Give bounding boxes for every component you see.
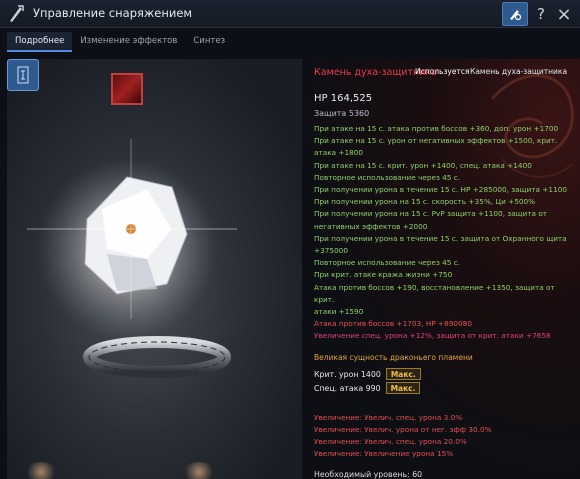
close-button[interactable]: ×: [555, 2, 573, 26]
effect-line: При крит. атаке кража жизни +750: [314, 270, 453, 280]
effect-line: При получении урона в течение 15 с. HP +…: [314, 185, 567, 195]
bonus-line: Увеличение: Увеличение урона 15%: [314, 449, 454, 458]
title-bar: Управление снаряжением ? ×: [0, 0, 580, 28]
effect-line: При атаке на 15 с. атака против боссов +…: [314, 124, 559, 133]
effect-line: При получении урона в течение 15 с. защи…: [314, 233, 567, 243]
effect-line: Повторное использование через 45 с.: [314, 172, 461, 182]
hp-stat: HP 164,525: [314, 93, 373, 104]
settings-button[interactable]: [502, 2, 528, 26]
in-use-item-name: Камень духа-защитника: [470, 67, 568, 76]
effect-line: При получении урона на 15 с. скорость +3…: [314, 197, 536, 207]
tab-details[interactable]: Подробнее: [7, 32, 73, 52]
effect-line: Атака против боссов +190, восстановление…: [314, 282, 555, 304]
bottom-glow-left: [24, 462, 58, 479]
effect-line: +375000: [314, 246, 348, 256]
awakening-label: Спец. атака 990: [314, 383, 381, 393]
effect-line: негативных эффектов +2000: [314, 221, 428, 231]
feather-gear-icon: [510, 10, 522, 21]
bottom-glow-right: [182, 462, 216, 479]
awakening-title: Великая сущность драконьего пламени: [314, 353, 473, 362]
bonus-list: Увеличение: Увелич. спец. урона 3.0% Уве…: [314, 412, 576, 460]
tab-change-effects[interactable]: Изменение эффектов: [72, 32, 185, 52]
wrench-feather-icon: [10, 5, 24, 22]
effect-line: Атака против боссов +1703, HP +890080: [314, 319, 472, 329]
effect-line: Повторное использование через 45 с.: [314, 258, 461, 268]
item-preview-panel: [7, 59, 302, 479]
max-badge: Макс.: [385, 382, 421, 394]
max-badge: Макс.: [385, 368, 421, 380]
defense-stat: Защита 5360: [314, 109, 370, 118]
tab-synthesis[interactable]: Синтез: [185, 32, 233, 52]
effects-list: При атаке на 15 с. атака против боссов +…: [314, 123, 576, 343]
effect-line: При атаке на 15 с. урон от негативных эф…: [314, 136, 558, 146]
awakening-line: Спец. атака 990 Макс.: [314, 382, 421, 394]
bonus-line: Увеличение: Увелич. урона от нег. эфф 30…: [314, 425, 492, 434]
bonus-line: Увеличение: Увелич. спец. урона 20.0%: [314, 437, 467, 446]
effect-line: При получении урона на 15 с. PvP защита …: [314, 209, 548, 219]
awakening-label: Крит. урон 1400: [314, 369, 381, 379]
tab-bar: Подробнее Изменение эффектов Синтез: [7, 32, 225, 52]
help-button[interactable]: ?: [533, 2, 549, 26]
effect-line: атаки +1590: [314, 307, 364, 317]
effect-line: При атаке на 15 с. крит. урон +1400, спе…: [314, 160, 532, 170]
crystal-ring-illustration: [27, 139, 237, 378]
item-info-panel: Камень духа-защитника Используется Камен…: [302, 59, 580, 479]
awakening-line: Крит. урон 1400 Макс.: [314, 368, 421, 380]
effect-line: атака +1800: [314, 148, 364, 158]
bonus-line: Увеличение: Увелич. спец. урона 3.0%: [314, 413, 463, 422]
in-use-label: Используется: [415, 67, 470, 76]
effect-line: Увеличение спец. урона +12%, защита от к…: [314, 331, 551, 341]
required-level: Необходимый уровень: 60: [314, 470, 423, 479]
window-title: Управление снаряжением: [33, 6, 193, 20]
